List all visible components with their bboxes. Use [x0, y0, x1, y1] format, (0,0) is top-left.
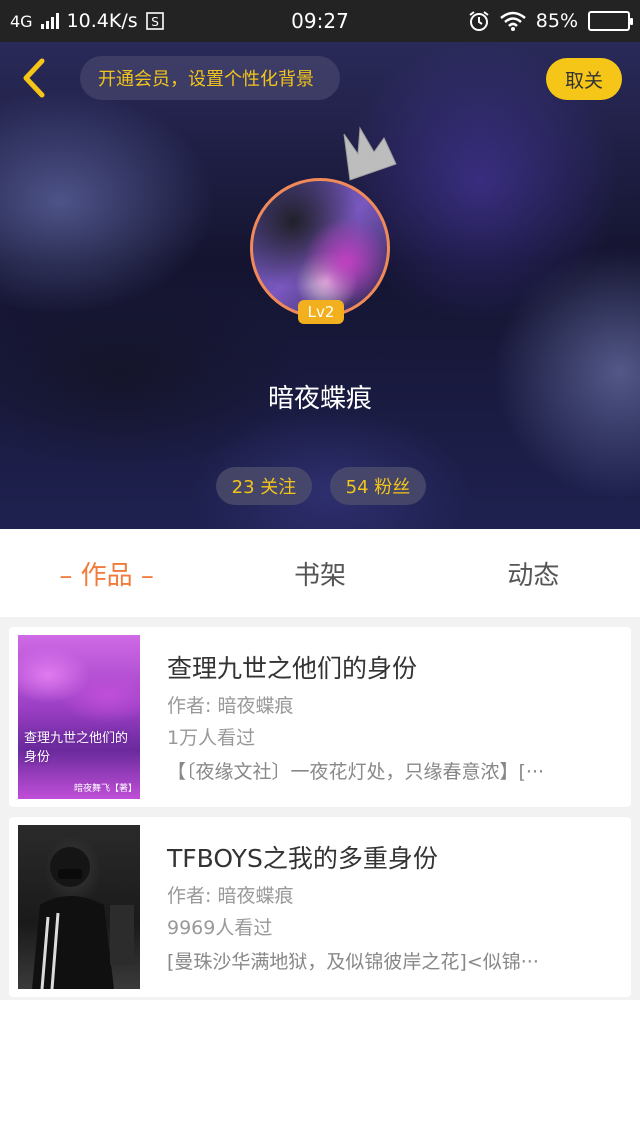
alarm-icon	[469, 11, 489, 31]
cover-figure-image	[32, 847, 134, 989]
username: 暗夜蝶痕	[267, 384, 372, 414]
back-arrow-icon	[23, 58, 45, 98]
back-button[interactable]	[14, 56, 54, 100]
crown-icon	[343, 126, 397, 181]
battery-icon	[588, 11, 633, 31]
book-cover[interactable]: 查理九世之他们的身份 暗夜舞飞【著】	[18, 635, 140, 799]
svg-text:S: S	[151, 15, 159, 29]
avatar-container[interactable]: Lv2	[250, 126, 397, 324]
work-title[interactable]: 查理九世之他们的身份	[167, 649, 417, 685]
data-saver-icon: S	[145, 12, 164, 30]
network-speed: 10.4K/s	[66, 10, 138, 32]
work-card[interactable]: TFBOYS之我的多重身份 作者: 暗夜蝶痕 9969人看过 [曼珠沙华满地狱，…	[9, 817, 631, 997]
work-title[interactable]: TFBOYS之我的多重身份	[167, 839, 438, 875]
work-views: 1万人看过	[167, 727, 256, 749]
book-cover[interactable]	[18, 825, 140, 989]
tab-works[interactable]: – 作品 –	[0, 555, 213, 592]
network-type: 4G	[10, 11, 33, 31]
work-description: [曼珠沙华满地狱，及似锦彼岸之花]<似锦···	[167, 951, 539, 973]
unfollow-button[interactable]: 取关	[546, 58, 622, 100]
battery-percent: 85%	[535, 10, 578, 32]
level-badge: Lv2	[298, 300, 344, 324]
cover-author: 暗夜舞飞【著】	[74, 784, 138, 794]
wifi-icon	[499, 11, 526, 31]
avatar[interactable]	[250, 178, 390, 318]
signal-icon	[40, 13, 59, 29]
work-card[interactable]: 查理九世之他们的身份 暗夜舞飞【著】 查理九世之他们的身份 作者: 暗夜蝶痕 1…	[9, 627, 631, 807]
member-background-prompt[interactable]: 开通会员，设置个性化背景	[80, 56, 340, 100]
work-views: 9969人看过	[167, 917, 273, 939]
status-bar: 4G 10.4K/s S 09:27 85%	[0, 0, 640, 42]
work-author: 作者: 暗夜蝶痕	[167, 885, 294, 907]
profile-tabs: – 作品 – 书架 动态	[0, 529, 640, 617]
profile-header: 开通会员，设置个性化背景 取关 Lv2 暗夜蝶痕 23 关注 54 粉丝	[0, 42, 640, 529]
following-count-button[interactable]: 23 关注	[216, 467, 312, 505]
work-description: 【〔夜缘文社〕一夜花灯处，只缘春意浓】[···	[167, 761, 545, 783]
fans-count-button[interactable]: 54 粉丝	[330, 467, 426, 505]
cover-title: 查理九世之他们的身份	[24, 731, 129, 765]
work-author: 作者: 暗夜蝶痕	[167, 695, 294, 717]
tab-bookshelf[interactable]: 书架	[213, 555, 426, 592]
tab-activity[interactable]: 动态	[427, 555, 640, 592]
